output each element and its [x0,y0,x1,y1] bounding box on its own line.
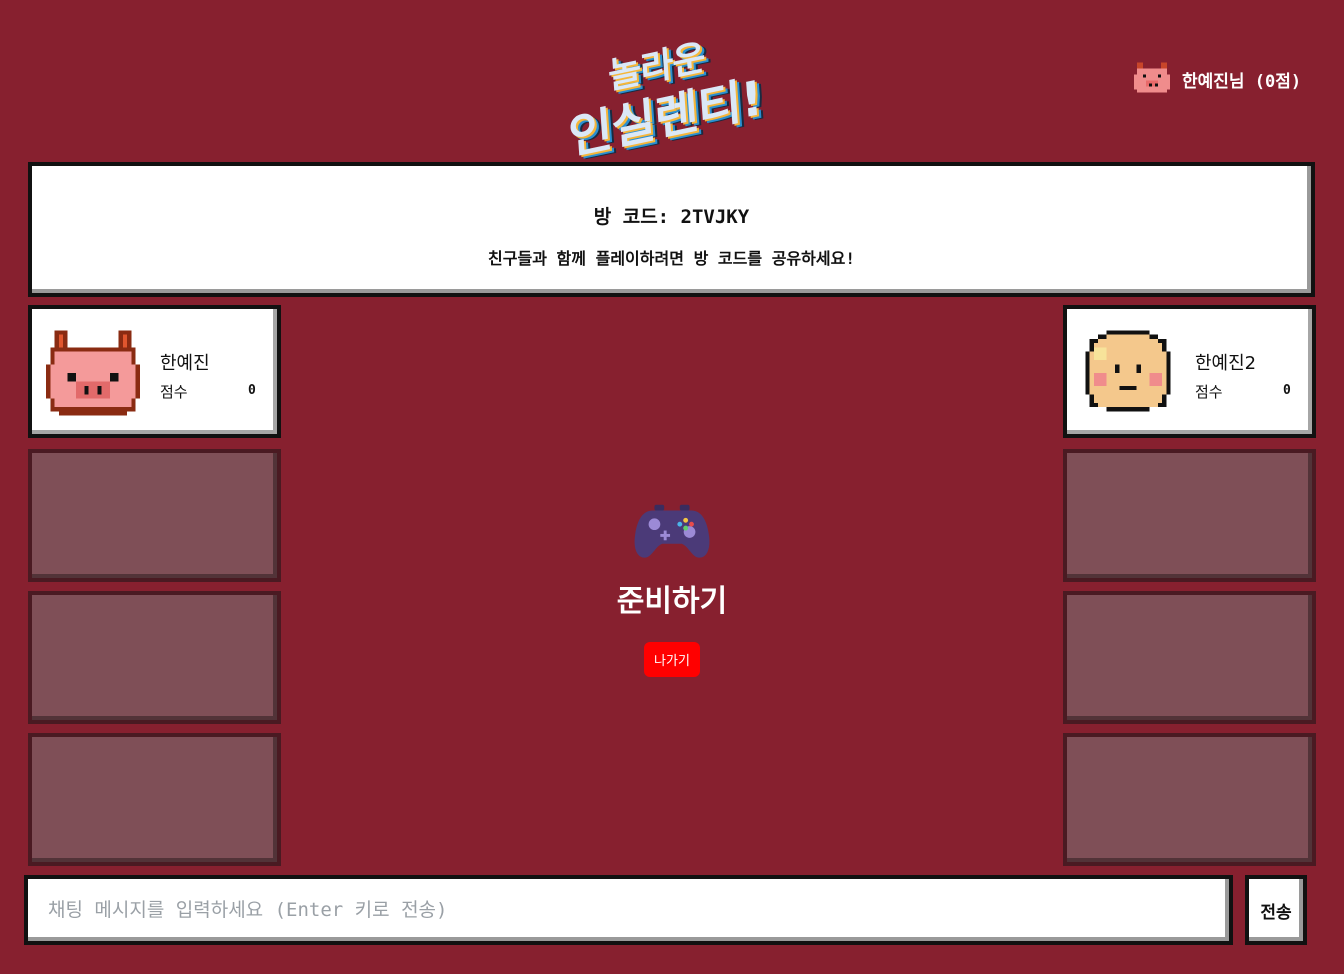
ready-area: 준비하기 나가기 [560,500,784,677]
room-info-panel: 방 코드: 2TVJKY 친구들과 함께 플레이하려면 방 코드를 공유하세요! [28,162,1315,297]
pig-icon [1134,62,1170,93]
pig-avatar-icon [46,330,140,416]
player-name: 한예진 [160,353,210,374]
game-controller-icon [634,504,710,558]
player-slot-1: 한예진 점수 0 [28,305,281,438]
empty-player-slot [1063,733,1316,866]
leave-button[interactable]: 나가기 [644,642,700,677]
room-share-hint: 친구들과 함께 플레이하려면 방 코드를 공유하세요! [488,249,855,268]
empty-player-slot [1063,591,1316,724]
score-label: 점수 [1195,383,1223,401]
empty-player-slot [1063,449,1316,582]
score-value: 0 [1283,383,1291,398]
score-value: 0 [248,383,256,398]
user-badge: 한예진님 (0점) [1134,62,1301,96]
score-label: 점수 [160,383,188,401]
face-avatar-icon [1085,330,1171,412]
empty-player-slot [28,449,281,582]
game-logo: 놀라운 인실렌티! [560,22,790,166]
user-name-score: 한예진님 (0점) [1182,71,1302,92]
empty-player-slot [28,591,281,724]
player-slot-2: 한예진2 점수 0 [1063,305,1316,438]
send-button[interactable]: 전송 [1245,875,1307,945]
chat-input[interactable] [24,875,1233,945]
player-name: 한예진2 [1195,353,1257,374]
empty-player-slot [28,733,281,866]
room-code: 방 코드: 2TVJKY [593,206,750,228]
ready-status: 준비하기 [616,584,728,619]
